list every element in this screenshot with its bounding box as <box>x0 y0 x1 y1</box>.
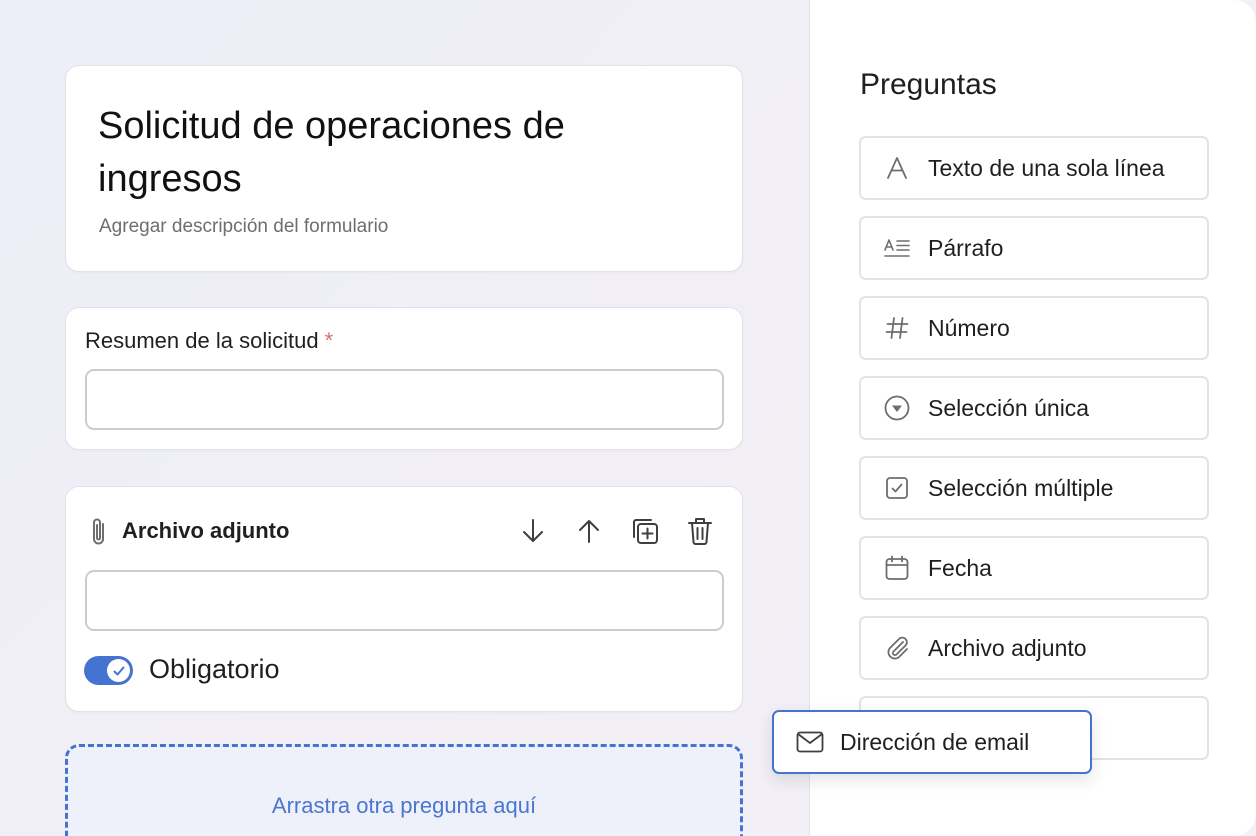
question-type-single-line-text[interactable]: Texto de una sola línea <box>859 136 1209 200</box>
paperclip-icon <box>884 635 910 661</box>
paragraph-icon <box>884 235 910 261</box>
trash-icon <box>687 516 713 546</box>
dragging-question-label: Dirección de email <box>840 728 1030 755</box>
panel-title: Preguntas <box>860 68 997 101</box>
arrow-up-icon <box>577 518 601 544</box>
question-type-multi-select[interactable]: Selección múltiple <box>859 456 1209 520</box>
duplicate-icon <box>630 516 660 546</box>
move-down-button[interactable] <box>516 514 550 548</box>
question-type-date[interactable]: Fecha <box>859 536 1209 600</box>
check-icon <box>112 664 126 678</box>
checkbox-icon <box>884 475 910 501</box>
hash-icon <box>884 315 910 341</box>
duplicate-button[interactable] <box>628 514 662 548</box>
question-type-label: Texto de una sola línea <box>928 154 1165 181</box>
single-select-icon <box>884 395 910 421</box>
required-label: Obligatorio <box>149 654 280 684</box>
summary-input[interactable] <box>85 369 724 430</box>
paperclip-icon <box>88 515 110 549</box>
toggle-knob <box>107 659 130 682</box>
question-card-summary[interactable]: Resumen de la solicitud * <box>65 307 743 450</box>
question-type-label: Selección única <box>928 394 1090 421</box>
form-title[interactable]: Solicitud de operaciones de ingresos <box>98 100 618 206</box>
arrow-down-icon <box>521 518 545 544</box>
required-asterisk: * <box>324 328 334 353</box>
question-type-label: Fecha <box>928 554 992 581</box>
question-label: Resumen de la solicitud * <box>85 328 333 354</box>
question-type-label: Número <box>928 314 1010 341</box>
form-description-placeholder[interactable]: Agregar descripción del formulario <box>99 216 388 238</box>
question-type-number[interactable]: Número <box>859 296 1209 360</box>
mail-icon <box>796 729 824 755</box>
question-label: Archivo adjunto <box>122 518 290 543</box>
question-type-paragraph[interactable]: Párrafo <box>859 216 1209 280</box>
form-header-card: Solicitud de operaciones de ingresos Agr… <box>65 65 743 272</box>
attachment-input[interactable] <box>85 570 724 631</box>
single-line-text-icon <box>884 155 910 181</box>
dragging-question-email[interactable]: Dirección de email <box>772 710 1092 774</box>
question-type-label: Archivo adjunto <box>928 634 1087 661</box>
question-type-label: Selección múltiple <box>928 474 1114 501</box>
drop-zone[interactable]: Arrastra otra pregunta aquí <box>65 744 743 836</box>
delete-button[interactable] <box>683 514 717 548</box>
calendar-icon <box>884 555 910 581</box>
move-up-button[interactable] <box>572 514 606 548</box>
question-label-text: Resumen de la solicitud <box>85 328 319 353</box>
question-type-label: Párrafo <box>928 234 1004 261</box>
required-toggle[interactable] <box>84 656 133 685</box>
question-type-single-select[interactable]: Selección única <box>859 376 1209 440</box>
drop-zone-text: Arrastra otra pregunta aquí <box>271 793 537 818</box>
question-type-attachment[interactable]: Archivo adjunto <box>859 616 1209 680</box>
question-card-attachment[interactable]: Archivo adjunto Obligatorio <box>65 486 743 712</box>
